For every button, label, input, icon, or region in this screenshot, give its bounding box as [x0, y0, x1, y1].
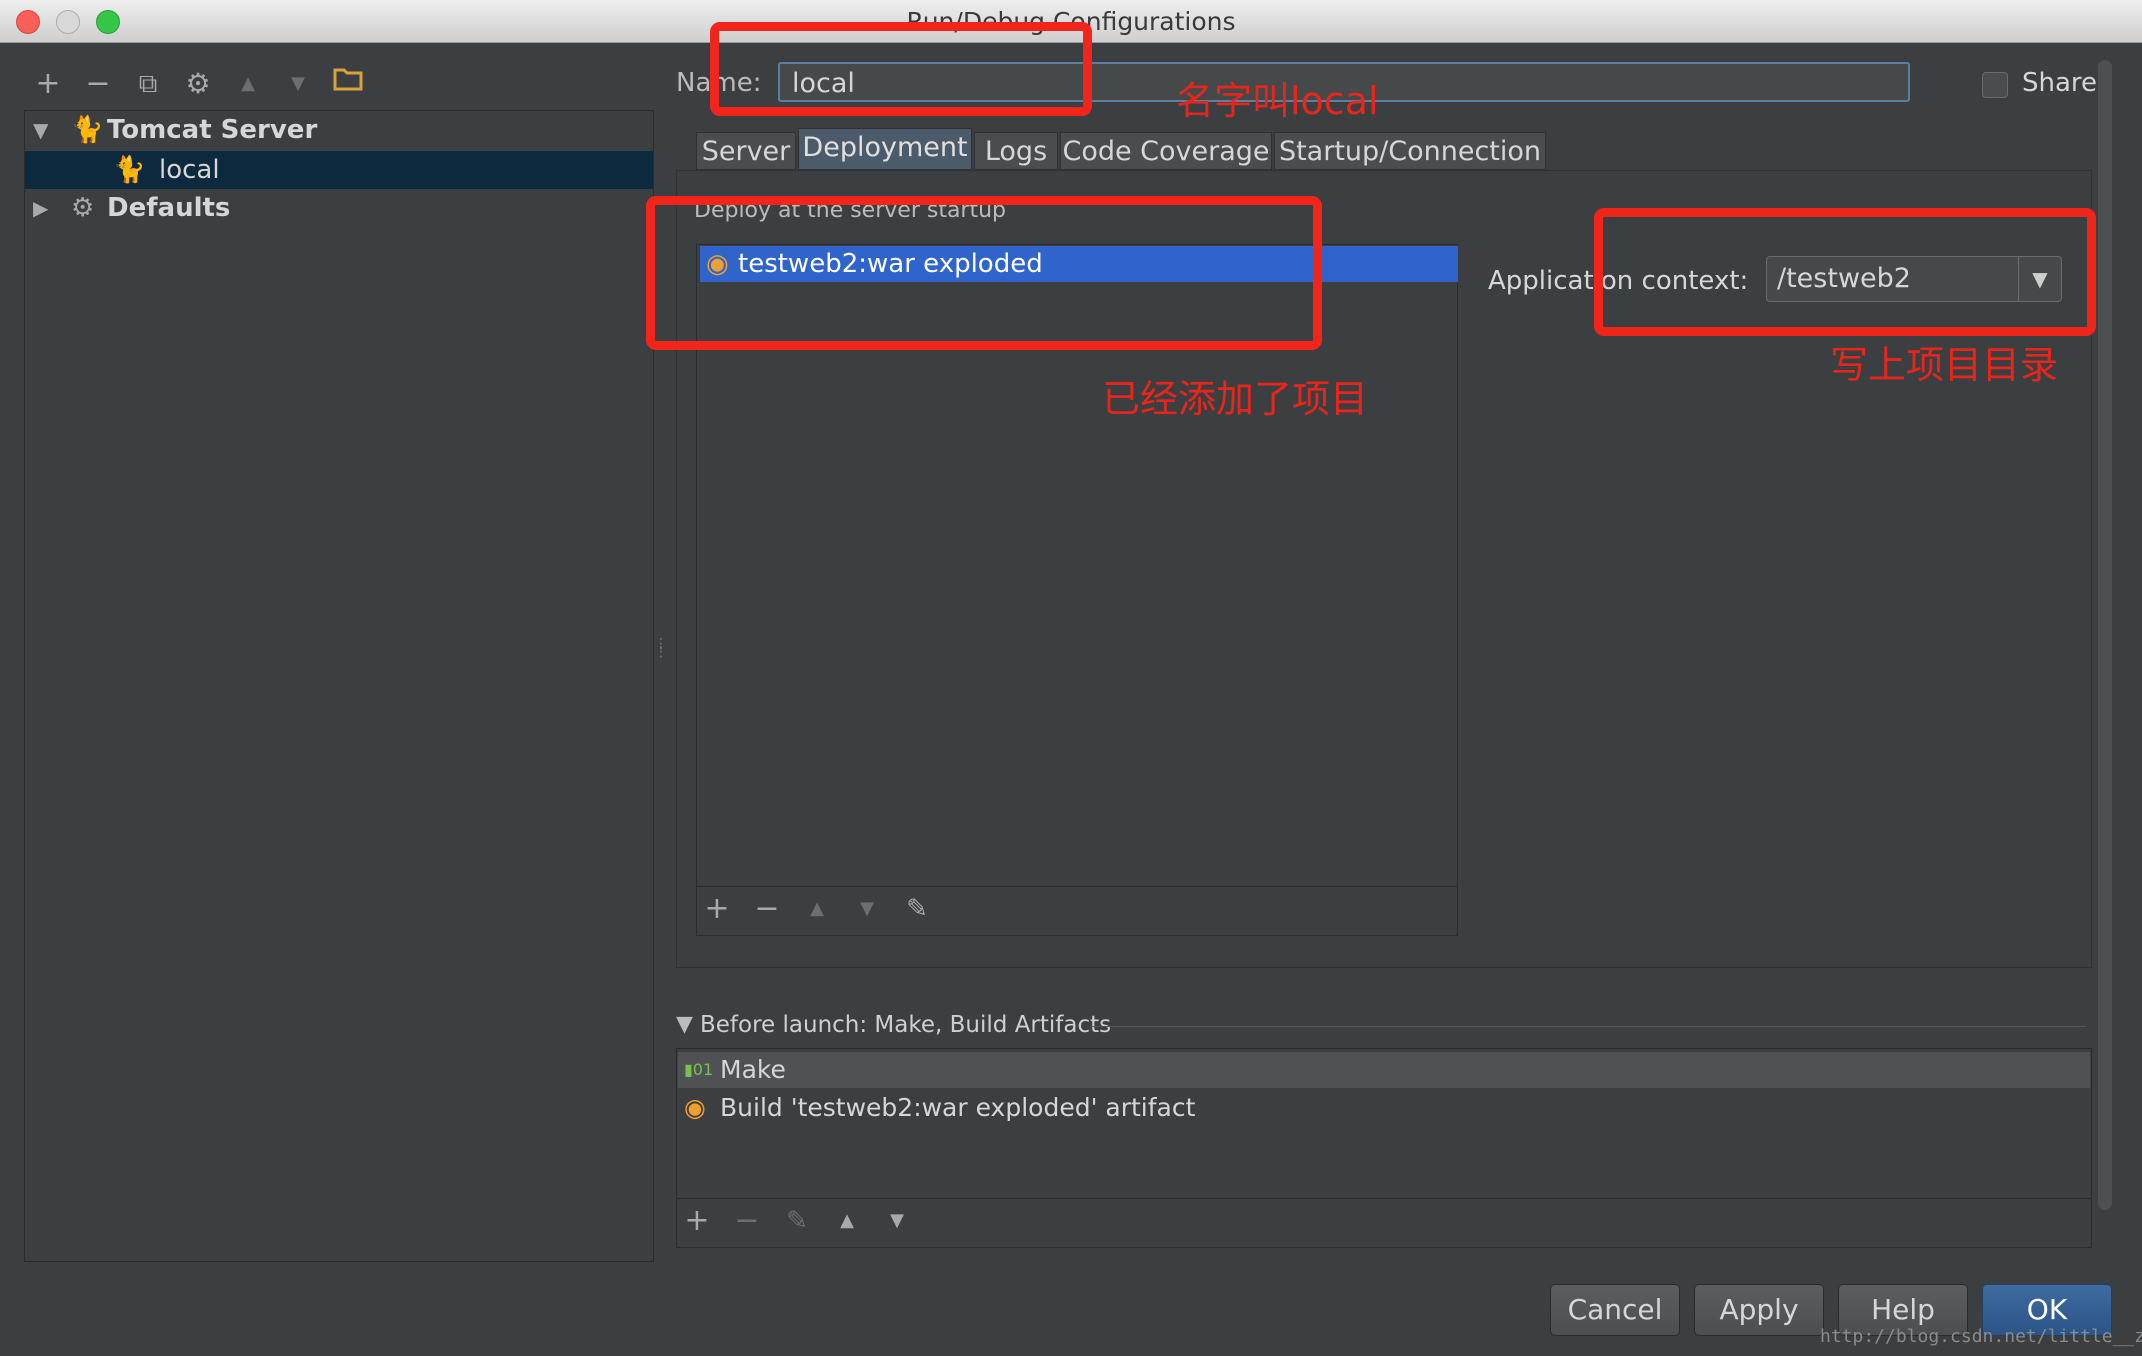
annotation-context-note: 写上项目目录: [1830, 343, 2059, 387]
tree-item-local[interactable]: 🐈 local: [25, 151, 653, 189]
move-up-icon[interactable]: ▲: [827, 1203, 867, 1239]
tree-group-defaults[interactable]: ▶ ⚙ Defaults: [25, 189, 653, 227]
tomcat-icon: 🐈: [113, 155, 146, 185]
annotation-box-deploy: [646, 196, 1322, 350]
add-icon[interactable]: +: [677, 1203, 717, 1239]
remove-icon[interactable]: −: [78, 66, 118, 102]
copy-icon[interactable]: ⧉: [128, 66, 168, 102]
folder-icon[interactable]: [328, 66, 368, 102]
move-up-icon[interactable]: ▲: [797, 891, 837, 927]
remove-icon[interactable]: −: [747, 891, 787, 927]
tab-server[interactable]: Server: [696, 132, 796, 170]
remove-icon[interactable]: −: [727, 1203, 767, 1239]
artifact-icon: ◉: [684, 1093, 706, 1122]
before-launch-toolbar: + − ✎ ▲ ▼: [677, 1198, 2091, 1247]
before-launch-item-label: Make: [720, 1055, 786, 1084]
tree-group-tomcat[interactable]: ▼ 🐈 Tomcat Server: [25, 111, 653, 149]
divider: [1090, 1026, 2086, 1027]
panel-splitter[interactable]: ⋮ ⋮: [654, 637, 668, 680]
wrench-icon: ⚙: [71, 193, 95, 223]
tab-startup-connection[interactable]: Startup/Connection: [1274, 132, 1546, 170]
share-label: Share: [2022, 68, 2098, 98]
add-icon[interactable]: +: [28, 66, 68, 102]
tree-group-label: Defaults: [107, 193, 231, 223]
move-down-icon[interactable]: ▼: [847, 891, 887, 927]
apply-button[interactable]: Apply: [1694, 1284, 1824, 1336]
before-launch-item-artifact[interactable]: ◉ Build 'testweb2:war exploded' artifact: [678, 1090, 2090, 1126]
annotation-deploy-note: 已经添加了项目: [1102, 377, 1369, 421]
scrollbar[interactable]: [2098, 60, 2112, 1210]
edit-icon[interactable]: ✎: [897, 891, 937, 927]
before-launch-label: Before launch: Make, Build Artifacts: [700, 1012, 1112, 1038]
annotation-name-note: 名字叫local: [1176, 79, 1379, 123]
move-up-icon[interactable]: ▲: [228, 66, 268, 102]
watermark: http://blog.csdn.net/little__zm: [1820, 1326, 2142, 1347]
make-icon: ▮01: [684, 1060, 714, 1079]
tab-logs[interactable]: Logs: [974, 132, 1058, 170]
cancel-button[interactable]: Cancel: [1550, 1284, 1680, 1336]
config-tree: ▼ 🐈 Tomcat Server 🐈 local ▶ ⚙ Defaults: [24, 110, 654, 1262]
tree-group-label: Tomcat Server: [107, 115, 318, 145]
tab-deployment[interactable]: Deployment: [798, 128, 972, 170]
annotation-box-name: [710, 22, 1092, 116]
edit-icon[interactable]: ✎: [777, 1203, 817, 1239]
deploy-toolbar: + − ▲ ▼ ✎: [697, 886, 1457, 935]
tree-item-label: local: [159, 155, 220, 185]
before-launch-item-label: Build 'testweb2:war exploded' artifact: [720, 1093, 1196, 1122]
move-down-icon[interactable]: ▼: [278, 66, 318, 102]
before-launch-item-make[interactable]: ▮01 Make: [678, 1052, 2090, 1088]
expand-arrow-icon[interactable]: ▼: [33, 111, 48, 149]
move-down-icon[interactable]: ▼: [877, 1203, 917, 1239]
collapse-arrow-icon[interactable]: ▶: [33, 189, 48, 227]
annotation-box-context: [1594, 208, 2096, 336]
before-launch-toggle-icon[interactable]: ▼: [676, 1012, 693, 1037]
tab-code-coverage[interactable]: Code Coverage: [1060, 132, 1272, 170]
share-checkbox[interactable]: [1982, 72, 2008, 98]
tomcat-icon: 🐈: [71, 115, 104, 145]
wrench-icon[interactable]: ⚙: [178, 66, 218, 102]
add-icon[interactable]: +: [697, 891, 737, 927]
